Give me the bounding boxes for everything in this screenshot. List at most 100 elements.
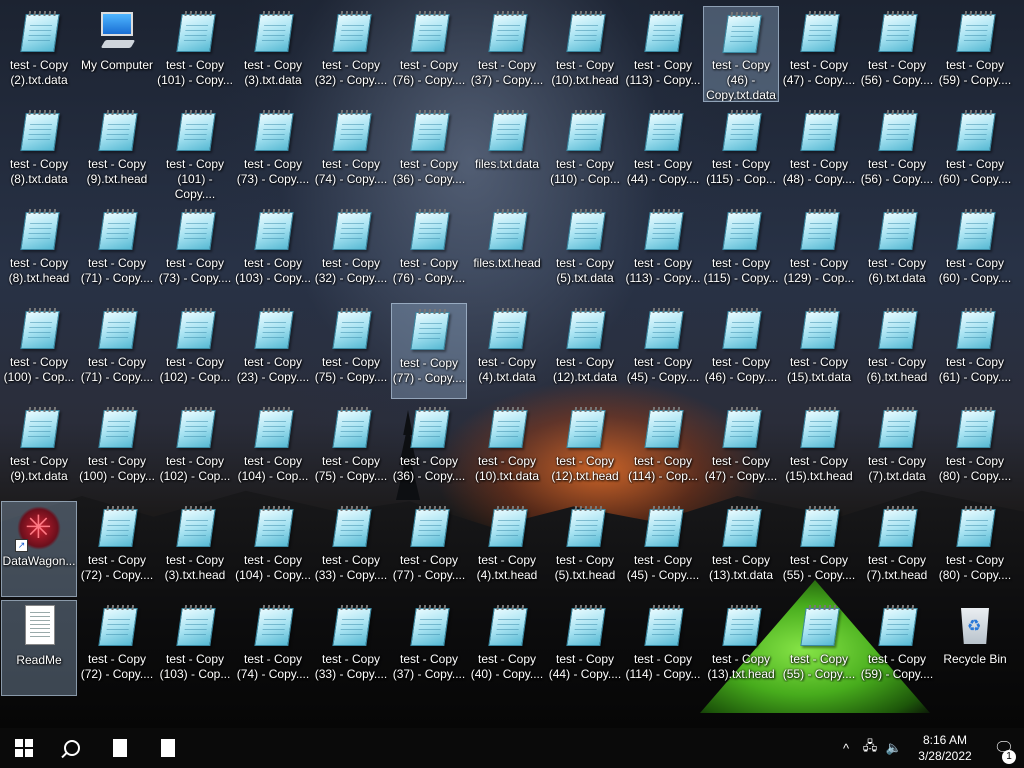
desktop-file-icon[interactable]: test - Copy (45) - Copy.... (625, 501, 701, 597)
desktop-file-icon[interactable]: test - Copy (113) - Copy... (625, 204, 701, 300)
desktop-file-icon[interactable]: test - Copy (56) - Copy.... (859, 105, 935, 201)
desktop-file-icon[interactable]: test - Copy (37) - Copy.... (469, 6, 545, 102)
desktop-file-icon[interactable]: test - Copy (102) - Cop... (157, 303, 233, 399)
desktop-file-icon[interactable]: test - Copy (40) - Copy.... (469, 600, 545, 696)
desktop-file-icon[interactable]: test - Copy (9).txt.head (79, 105, 155, 201)
desktop-file-icon[interactable]: test - Copy (114) - Cop... (625, 402, 701, 498)
desktop-file-icon[interactable]: test - Copy (113) - Copy... (625, 6, 701, 102)
desktop-file-icon[interactable]: test - Copy (5).txt.data (547, 204, 623, 300)
desktop-file-icon[interactable]: test - Copy (74) - Copy.... (235, 600, 311, 696)
desktop-file-icon[interactable]: test - Copy (77) - Copy.... (391, 501, 467, 597)
desktop-file-icon[interactable]: test - Copy (100) - Copy... (79, 402, 155, 498)
desktop-icon-recycle[interactable]: Recycle Bin (937, 600, 1013, 696)
desktop-file-icon[interactable]: test - Copy (48) - Copy.... (781, 105, 857, 201)
desktop-file-icon[interactable]: test - Copy (59) - Copy.... (859, 600, 935, 696)
desktop-file-icon[interactable]: test - Copy (80) - Copy.... (937, 501, 1013, 597)
desktop-file-icon[interactable]: test - Copy (59) - Copy.... (937, 6, 1013, 102)
desktop-file-icon[interactable]: test - Copy (101) - Copy... (157, 6, 233, 102)
desktop-file-icon[interactable]: test - Copy (10).txt.head (547, 6, 623, 102)
desktop-file-icon[interactable]: test - Copy (15).txt.data (781, 303, 857, 399)
network-icon[interactable]: 🖧 (858, 737, 882, 759)
desktop-file-icon[interactable]: test - Copy (37) - Copy.... (391, 600, 467, 696)
desktop-file-icon[interactable]: test - Copy (75) - Copy.... (313, 303, 389, 399)
desktop-icon-datawagon[interactable]: ↗ DataWagon... (1, 501, 77, 597)
desktop-file-icon[interactable]: test - Copy (101) - Copy.... (157, 105, 233, 201)
desktop-file-icon[interactable]: test - Copy (104) - Copy... (235, 501, 311, 597)
desktop-file-icon[interactable]: test - Copy (104) - Cop... (235, 402, 311, 498)
chevron-up-icon[interactable]: ^ (834, 741, 858, 756)
desktop-file-icon[interactable]: test - Copy (72) - Copy.... (79, 600, 155, 696)
taskbar-pinned-file-1[interactable] (96, 728, 144, 768)
desktop-file-icon[interactable]: test - Copy (47) - Copy.... (781, 6, 857, 102)
desktop-file-icon[interactable]: test - Copy (74) - Copy.... (313, 105, 389, 201)
desktop-file-icon[interactable]: test - Copy (10).txt.data (469, 402, 545, 498)
desktop-file-icon[interactable]: test - Copy (8).txt.head (1, 204, 77, 300)
desktop-file-icon[interactable]: test - Copy (13).txt.head (703, 600, 779, 696)
desktop-file-icon[interactable]: test - Copy (73) - Copy.... (157, 204, 233, 300)
desktop-file-icon[interactable]: test - Copy (71) - Copy.... (79, 204, 155, 300)
desktop-file-icon[interactable]: test - Copy (44) - Copy.... (625, 105, 701, 201)
desktop-file-icon[interactable]: test - Copy (46) - Copy.txt.data (703, 6, 779, 102)
desktop-icon-computer[interactable]: My Computer (79, 6, 155, 102)
desktop[interactable]: test - Copy (2).txt.data My Computer test … (0, 0, 1024, 730)
desktop-file-icon[interactable]: test - Copy (46) - Copy.... (703, 303, 779, 399)
desktop-file-icon[interactable]: test - Copy (55) - Copy.... (781, 600, 857, 696)
desktop-icon-document[interactable]: ReadMe (1, 600, 77, 696)
desktop-file-icon[interactable]: test - Copy (103) - Copy... (235, 204, 311, 300)
desktop-file-icon[interactable]: test - Copy (13).txt.data (703, 501, 779, 597)
desktop-file-icon[interactable]: test - Copy (100) - Cop... (1, 303, 77, 399)
desktop-file-icon[interactable]: test - Copy (115) - Cop... (703, 105, 779, 201)
desktop-file-icon[interactable]: test - Copy (61) - Copy.... (937, 303, 1013, 399)
desktop-file-icon[interactable]: test - Copy (110) - Cop... (547, 105, 623, 201)
desktop-file-icon[interactable]: test - Copy (9).txt.data (1, 402, 77, 498)
desktop-file-icon[interactable]: test - Copy (7).txt.head (859, 501, 935, 597)
desktop-file-icon[interactable]: test - Copy (72) - Copy.... (79, 501, 155, 597)
desktop-file-icon[interactable]: test - Copy (55) - Copy.... (781, 501, 857, 597)
desktop-file-icon[interactable]: test - Copy (56) - Copy.... (859, 6, 935, 102)
desktop-file-icon[interactable]: test - Copy (80) - Copy.... (937, 402, 1013, 498)
notification-center-button[interactable]: 🗨 1 (984, 738, 1024, 764)
desktop-file-icon[interactable]: test - Copy (36) - Copy.... (391, 402, 467, 498)
desktop-file-icon[interactable]: test - Copy (44) - Copy.... (547, 600, 623, 696)
desktop-file-icon[interactable]: test - Copy (60) - Copy.... (937, 204, 1013, 300)
desktop-file-icon[interactable]: test - Copy (7).txt.data (859, 402, 935, 498)
desktop-file-icon[interactable]: test - Copy (12).txt.data (547, 303, 623, 399)
desktop-file-icon[interactable]: test - Copy (32) - Copy.... (313, 204, 389, 300)
desktop-file-icon[interactable]: test - Copy (23) - Copy.... (235, 303, 311, 399)
desktop-file-icon[interactable]: test - Copy (102) - Cop... (157, 402, 233, 498)
taskbar-pinned-file-2[interactable] (144, 728, 192, 768)
desktop-file-icon[interactable]: test - Copy (73) - Copy.... (235, 105, 311, 201)
desktop-file-icon[interactable]: test - Copy (60) - Copy.... (937, 105, 1013, 201)
desktop-file-icon[interactable]: test - Copy (76) - Copy.... (391, 6, 467, 102)
desktop-file-icon[interactable]: test - Copy (115) - Copy... (703, 204, 779, 300)
clock[interactable]: 8:16 AM 3/28/2022 (906, 732, 984, 764)
desktop-file-icon[interactable]: test - Copy (75) - Copy.... (313, 402, 389, 498)
desktop-file-icon[interactable]: test - Copy (8).txt.data (1, 105, 77, 201)
desktop-file-icon[interactable]: test - Copy (5).txt.head (547, 501, 623, 597)
start-button[interactable] (0, 728, 48, 768)
desktop-file-icon[interactable]: test - Copy (2).txt.data (1, 6, 77, 102)
desktop-file-icon[interactable]: test - Copy (71) - Copy.... (79, 303, 155, 399)
desktop-file-icon[interactable]: files.txt.head (469, 204, 545, 300)
desktop-file-icon[interactable]: test - Copy (114) - Copy... (625, 600, 701, 696)
desktop-file-icon[interactable]: test - Copy (3).txt.head (157, 501, 233, 597)
desktop-file-icon[interactable]: test - Copy (103) - Cop... (157, 600, 233, 696)
desktop-file-icon[interactable]: test - Copy (76) - Copy.... (391, 204, 467, 300)
desktop-file-icon[interactable]: test - Copy (4).txt.head (469, 501, 545, 597)
search-button[interactable] (48, 728, 96, 768)
volume-icon[interactable]: 🔈 (882, 740, 906, 756)
desktop-file-icon[interactable]: test - Copy (12).txt.head (547, 402, 623, 498)
desktop-file-icon[interactable]: test - Copy (4).txt.data (469, 303, 545, 399)
desktop-file-icon[interactable]: test - Copy (33) - Copy.... (313, 501, 389, 597)
desktop-file-icon[interactable]: test - Copy (6).txt.data (859, 204, 935, 300)
desktop-file-icon[interactable]: test - Copy (47) - Copy.... (703, 402, 779, 498)
desktop-file-icon[interactable]: test - Copy (32) - Copy.... (313, 6, 389, 102)
desktop-file-icon[interactable]: test - Copy (129) - Cop... (781, 204, 857, 300)
desktop-file-icon[interactable]: test - Copy (3).txt.data (235, 6, 311, 102)
desktop-file-icon[interactable]: test - Copy (6).txt.head (859, 303, 935, 399)
desktop-file-icon[interactable]: files.txt.data (469, 105, 545, 201)
desktop-file-icon[interactable]: test - Copy (33) - Copy.... (313, 600, 389, 696)
desktop-file-icon[interactable]: test - Copy (15).txt.head (781, 402, 857, 498)
desktop-file-icon[interactable]: test - Copy (36) - Copy.... (391, 105, 467, 201)
desktop-file-icon[interactable]: test - Copy (45) - Copy.... (625, 303, 701, 399)
